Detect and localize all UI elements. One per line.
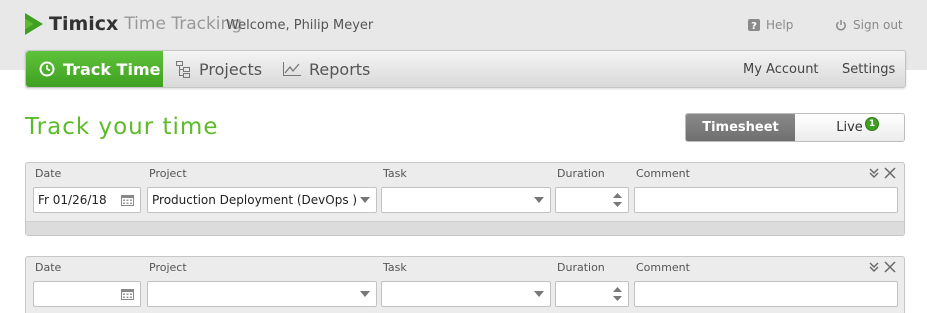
nav-projects[interactable]: Projects — [176, 51, 262, 87]
comment-input[interactable] — [634, 281, 898, 307]
svg-text:?: ? — [751, 21, 757, 31]
entry-actions — [868, 261, 896, 273]
logo-mark-icon — [25, 13, 43, 35]
brand-name: Timicx — [49, 13, 119, 35]
sign-out-label: Sign out — [853, 18, 903, 32]
entry-actions — [868, 167, 896, 179]
comment-label: Comment — [636, 261, 690, 274]
calendar-icon[interactable] — [121, 194, 134, 206]
brand-subtitle: Time Tracking — [124, 14, 243, 34]
live-count-badge: 1 — [865, 117, 879, 131]
help-label: Help — [766, 18, 794, 32]
nav-track-time[interactable]: Track Time — [26, 51, 163, 87]
task-label: Task — [383, 261, 407, 274]
nav-projects-label: Projects — [199, 59, 263, 79]
collapse-icon[interactable] — [868, 167, 880, 179]
welcome-text: Welcome, Philip Meyer — [226, 18, 374, 33]
clock-icon — [39, 61, 55, 77]
close-icon[interactable] — [884, 167, 896, 179]
spinner-icon[interactable] — [613, 286, 622, 302]
calendar-icon[interactable] — [121, 288, 134, 300]
timesheet-toggle-button[interactable]: Timesheet — [686, 114, 795, 141]
entry-footer — [26, 221, 904, 235]
dropdown-arrow-icon — [534, 197, 544, 203]
live-toggle-button[interactable]: Live — [795, 114, 904, 141]
help-link[interactable]: ? Help — [748, 18, 793, 32]
spinner-icon[interactable] — [613, 192, 622, 208]
nav-my-account[interactable]: My Account — [743, 51, 819, 87]
task-select[interactable] — [381, 187, 551, 213]
collapse-icon[interactable] — [868, 261, 880, 273]
nav-reports[interactable]: Reports — [283, 51, 370, 87]
live-toggle-label: Live — [836, 120, 863, 135]
project-label: Project — [149, 167, 187, 180]
project-value: Production Deployment (DevOps ) — [152, 193, 358, 207]
dropdown-arrow-icon — [360, 197, 370, 203]
sign-out-link[interactable]: Sign out — [835, 18, 903, 32]
duration-input[interactable] — [555, 281, 629, 307]
comment-label: Comment — [636, 167, 690, 180]
duration-input[interactable] — [555, 187, 629, 213]
date-value: Fr 01/26/18 — [38, 193, 107, 207]
date-label: Date — [35, 261, 62, 274]
logo[interactable]: Timicx Time Tracking — [25, 12, 242, 36]
task-select[interactable] — [381, 281, 551, 307]
comment-input[interactable] — [634, 187, 898, 213]
duration-label: Duration — [557, 261, 605, 274]
help-icon: ? — [748, 19, 760, 31]
nav-settings[interactable]: Settings — [842, 51, 895, 87]
dropdown-arrow-icon — [360, 291, 370, 297]
time-entry-row: Date Project Task Duration Comment Fr 01… — [25, 162, 905, 236]
page-title: Track your time — [25, 114, 219, 140]
time-entry-row: Date Project Task Duration Comment — [25, 256, 905, 313]
date-field[interactable]: Fr 01/26/18 — [33, 187, 141, 213]
close-icon[interactable] — [884, 261, 896, 273]
nav-reports-label: Reports — [309, 59, 371, 79]
project-select[interactable]: Production Deployment (DevOps ) — [147, 187, 377, 213]
project-label: Project — [149, 261, 187, 274]
projects-tree-icon — [176, 60, 191, 78]
nav-track-time-label: Track Time — [63, 59, 161, 79]
main-nav: Track Time Projects Reports My Account S… — [25, 50, 906, 88]
date-label: Date — [35, 167, 62, 180]
power-icon — [835, 19, 847, 31]
dropdown-arrow-icon — [534, 291, 544, 297]
reports-chart-icon — [283, 62, 301, 76]
project-select[interactable] — [147, 281, 377, 307]
duration-label: Duration — [557, 167, 605, 180]
task-label: Task — [383, 167, 407, 180]
date-field[interactable] — [33, 281, 141, 307]
